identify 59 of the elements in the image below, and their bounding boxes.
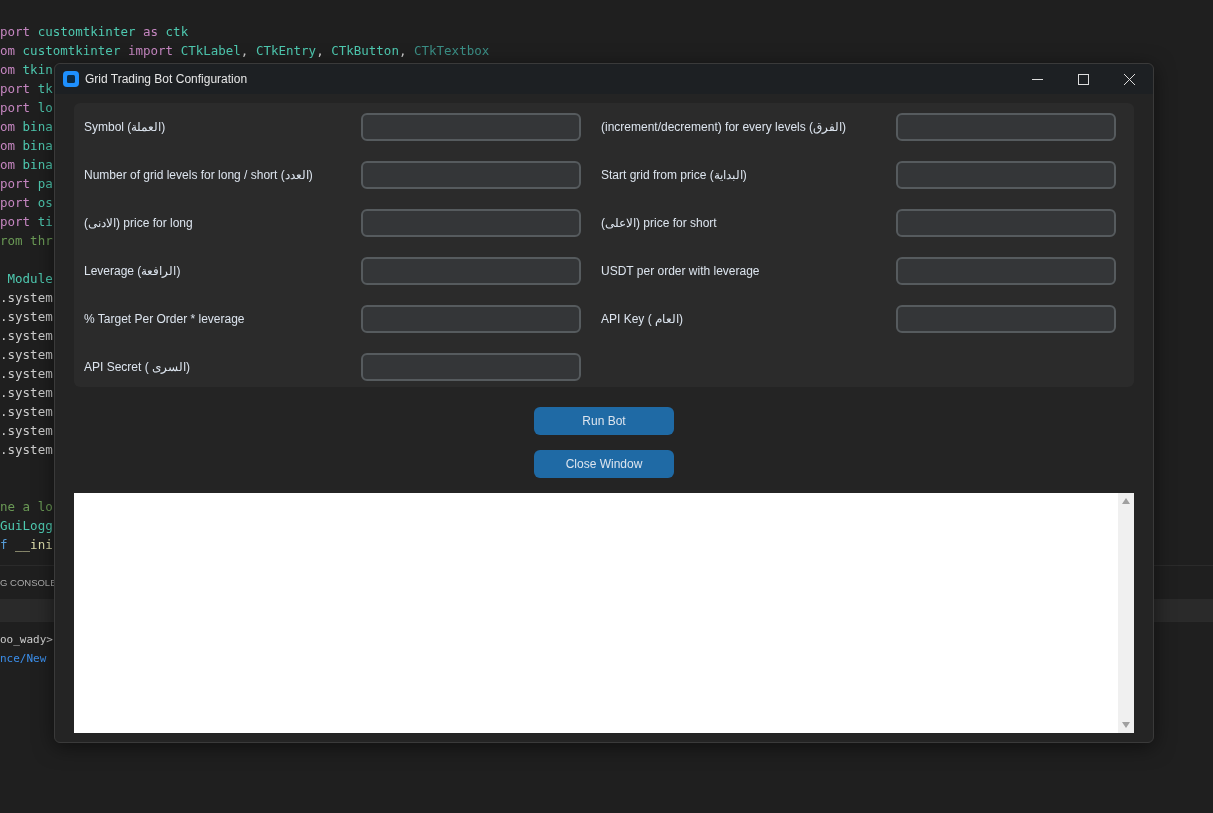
run-button[interactable]: Run Bot	[534, 407, 674, 435]
code-line: .system	[0, 327, 53, 345]
field-label: (increment/decrement) for every levels (الفرق)	[601, 120, 848, 134]
field-label: % Target Per Order * leverage	[84, 312, 246, 326]
field-label: (الاعلى) price for short	[601, 216, 718, 230]
input-field[interactable]	[361, 161, 581, 189]
code-line: .system	[0, 365, 53, 383]
field-label: Symbol (العملة)	[84, 120, 167, 134]
code-line: port customtkinter as ctk	[0, 23, 189, 41]
code-line: om bina	[0, 156, 53, 174]
close-icon[interactable]	[1124, 73, 1135, 85]
code-line: .system	[0, 422, 53, 440]
code-line: port lo	[0, 99, 53, 117]
input-field[interactable]	[361, 209, 581, 237]
code-line: .system	[0, 441, 53, 459]
code-line: port ti	[0, 213, 53, 231]
input-field[interactable]	[896, 209, 1116, 237]
field-label: Start grid from price (البداية)	[601, 168, 748, 182]
field-label: USDT per order with leverage	[601, 264, 761, 278]
field-label: Number of grid levels for long / short (العدد)	[84, 168, 314, 182]
input-field[interactable]	[896, 113, 1116, 141]
code-line: port pa	[0, 175, 53, 193]
code-line: .system	[0, 289, 53, 307]
code-line: .system	[0, 403, 53, 421]
input-field[interactable]	[896, 257, 1116, 285]
code-line: f __ini	[0, 536, 53, 554]
code-line: om bina	[0, 118, 53, 136]
code-line: om tkin	[0, 61, 53, 79]
code-line: GuiLogg	[0, 517, 53, 535]
input-field[interactable]	[361, 305, 581, 333]
code-line: rom thr	[0, 232, 53, 250]
maximize-icon[interactable]	[1078, 73, 1089, 85]
scroll-down-icon[interactable]	[1122, 722, 1130, 728]
input-field[interactable]	[361, 257, 581, 285]
terminal-line: oo_wady>	[0, 632, 53, 648]
input-field[interactable]	[896, 161, 1116, 189]
field-label: API Key ( العام)	[601, 312, 685, 326]
code-line: .system	[0, 346, 53, 364]
close-window-button[interactable]: Close Window	[534, 450, 674, 478]
code-line: om bina	[0, 137, 53, 155]
code-line: ne a lo	[0, 498, 53, 516]
app-icon	[63, 71, 79, 87]
window-title: Grid Trading Bot Configuration	[85, 72, 248, 86]
field-label: (الادنى) price for long	[84, 216, 194, 230]
code-line: Module	[6, 270, 53, 288]
code-line: port tk	[0, 80, 53, 98]
input-field[interactable]	[896, 305, 1116, 333]
code-line: port os	[0, 194, 53, 212]
scrollbar[interactable]	[1118, 493, 1134, 733]
code-line: .system	[0, 308, 53, 326]
field-label: API Secret ( السرى)	[84, 360, 192, 374]
code-line: om customtkinter import CTkLabel, CTkEntry, CTkButton, CTkTextbox	[0, 42, 490, 60]
scroll-up-icon[interactable]	[1122, 498, 1130, 504]
field-label: Leverage (الرافعة)	[84, 264, 182, 278]
log-textbox[interactable]	[74, 493, 1134, 733]
terminal-line: nce/New	[0, 651, 47, 667]
input-field[interactable]	[361, 353, 581, 381]
code-line: .system	[0, 384, 53, 402]
input-field[interactable]	[361, 113, 581, 141]
